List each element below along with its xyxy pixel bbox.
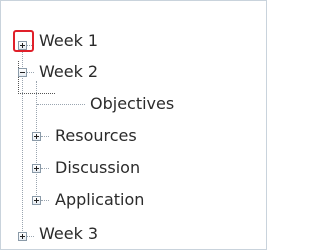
tree-line: [41, 168, 49, 169]
tree-item-week-2[interactable]: Week 2: [39, 63, 98, 81]
expand-icon[interactable]: [32, 196, 41, 205]
tree-item-discussion[interactable]: Discussion: [55, 159, 140, 177]
expand-icon[interactable]: [18, 232, 27, 241]
tree-line: [41, 136, 49, 137]
tree-line: [37, 104, 85, 105]
collapse-icon[interactable]: [18, 68, 27, 77]
tree-line: [41, 200, 49, 201]
tree-item-week-1[interactable]: Week 1: [39, 32, 98, 50]
tree-view: Week 1 Week 2 Objectives Resources Discu…: [0, 0, 267, 250]
tree-item-resources[interactable]: Resources: [55, 127, 137, 145]
tree-line-children: [36, 81, 37, 205]
expand-icon[interactable]: [32, 164, 41, 173]
tree-line: [26, 236, 34, 237]
highlight-box: [13, 30, 34, 52]
tree-item-objectives[interactable]: Objectives: [90, 95, 174, 113]
tree-item-week-3[interactable]: Week 3: [39, 225, 98, 243]
tree-item-application[interactable]: Application: [55, 191, 144, 209]
expand-icon[interactable]: [32, 132, 41, 141]
